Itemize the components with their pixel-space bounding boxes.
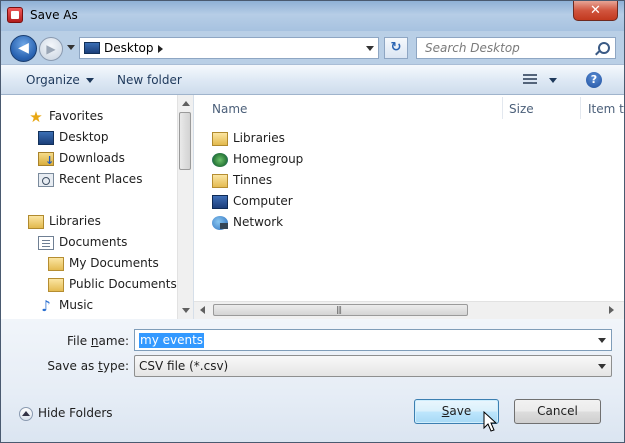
chevron-up-icon [19,406,33,421]
sidebar-item-label: Recent Places [59,172,143,186]
sidebar-item-documents[interactable]: Documents [38,232,127,252]
folder-icon [212,173,228,188]
file-name: Libraries [233,131,285,145]
desktop-icon [84,42,100,54]
mouse-pointer-icon [483,411,497,432]
file-row-homegroup[interactable]: Homegroup [212,149,303,170]
organize-button[interactable]: Organize [26,73,94,87]
organize-label: Organize [26,73,80,87]
navigation-pane: ★ Favorites Desktop Downloads Recent Plac… [1,95,194,319]
sidebar-item-downloads[interactable]: Downloads [38,148,125,171]
chevron-down-icon [85,78,94,83]
file-row-computer[interactable]: Computer [212,191,293,212]
libraries-icon [212,131,228,146]
chevron-right-icon[interactable] [158,45,163,53]
view-options-icon[interactable] [523,74,537,85]
folder-icon [48,256,64,271]
search-input[interactable] [417,38,595,58]
file-row-network[interactable]: Network [212,212,283,233]
file-name-value[interactable]: my events [139,333,205,348]
sidebar-item-label: Documents [59,235,128,249]
sidebar-item-label: Favorites [49,109,104,123]
network-icon [212,215,228,230]
help-icon[interactable]: ? [586,72,602,88]
save-options-panel: File name: my events Save as type: CSV f… [1,319,624,442]
navigation-pane-scrollbar[interactable] [177,95,193,319]
scroll-right-icon[interactable] [609,306,614,314]
view-dropdown-icon[interactable] [549,78,557,83]
column-header-size[interactable]: Size [509,102,534,116]
grip-icon: ||| [336,305,342,314]
address-dropdown-icon[interactable] [366,46,374,51]
file-name-label: File name: [67,334,129,348]
libraries-icon [28,214,44,229]
scrollbar-thumb[interactable] [179,112,191,170]
sidebar-item-label: Libraries [49,214,101,228]
new-folder-button[interactable]: New folder [117,73,182,87]
close-button[interactable]: ✕ [573,1,618,21]
search-icon[interactable] [598,42,610,54]
desktop-icon [38,130,54,145]
chevron-down-icon[interactable] [598,364,606,369]
save-as-dialog: Save As ✕ ◀ ▶ Desktop ↻ Organize New fol… [0,0,625,443]
recent-pages-dropdown[interactable] [67,45,75,50]
refresh-button[interactable]: ↻ [384,37,408,59]
scroll-up-icon[interactable] [182,101,190,106]
save-as-type-label: Save as type: [47,359,129,373]
folder-icon [48,277,64,292]
sidebar-item-music[interactable]: ♪ Music [38,295,93,315]
sidebar-item-public-documents[interactable]: Public Documents [48,274,177,294]
save-as-type-select[interactable]: CSV file (*.csv) [134,355,612,377]
hide-folders-button[interactable]: Hide Folders [19,405,113,421]
window-title: Save As [30,8,78,22]
app-icon [7,7,23,23]
address-bar[interactable]: Desktop [79,37,379,59]
scrollbar-thumb[interactable]: ||| [213,304,468,316]
cancel-button[interactable]: Cancel [514,399,601,424]
save-as-type-value: CSV file (*.csv) [139,359,229,373]
file-row-tinnes[interactable]: Tinnes [212,170,272,191]
navigation-bar: ◀ ▶ Desktop ↻ [1,31,624,64]
scroll-down-icon[interactable] [182,308,190,313]
file-list-scrollbar[interactable]: ||| [194,301,624,319]
back-button[interactable]: ◀ [10,35,37,62]
forward-button[interactable]: ▶ [39,37,63,61]
file-name: Homegroup [233,152,304,166]
scroll-left-icon[interactable] [200,306,205,314]
title-bar[interactable]: Save As ✕ [1,1,624,31]
hide-folders-label: Hide Folders [38,406,113,420]
sidebar-item-label: Downloads [59,151,125,165]
recent-places-icon [38,172,54,187]
star-icon: ★ [29,107,43,126]
column-header-name[interactable]: Name [212,102,247,116]
sidebar-item-recent-places[interactable]: Recent Places [38,169,142,189]
sidebar-item-my-documents[interactable]: My Documents [48,253,159,273]
music-icon: ♪ [41,296,51,315]
file-name-field[interactable]: my events [134,329,612,351]
column-header-row: Name Size Item t [194,95,624,122]
command-bar: Organize New folder ? [1,64,624,95]
column-divider[interactable] [502,97,503,119]
file-name: Tinnes [233,173,273,187]
documents-icon [38,235,54,250]
sidebar-item-libraries[interactable]: Libraries [28,211,101,231]
sidebar-item-label: Music [59,298,94,312]
file-list: Name Size Item t Libraries Homegroup Tin… [194,95,624,319]
file-name: Computer [233,194,293,208]
file-name: Network [233,215,284,229]
column-header-item-type[interactable]: Item t [588,102,624,116]
sidebar-item-desktop[interactable]: Desktop [38,127,109,147]
search-box[interactable] [416,37,616,59]
sidebar-item-label: Public Documents [69,277,177,291]
sidebar-item-label: My Documents [69,256,159,270]
address-segment-desktop[interactable]: Desktop [104,41,154,55]
sidebar-item-favorites[interactable]: ★ Favorites [28,106,103,126]
chevron-down-icon[interactable] [598,338,606,343]
homegroup-icon [212,152,228,167]
downloads-icon [38,151,54,171]
column-divider[interactable] [580,97,581,119]
computer-icon [212,194,228,209]
file-row-libraries[interactable]: Libraries [212,128,285,149]
sidebar-item-label: Desktop [59,130,109,144]
